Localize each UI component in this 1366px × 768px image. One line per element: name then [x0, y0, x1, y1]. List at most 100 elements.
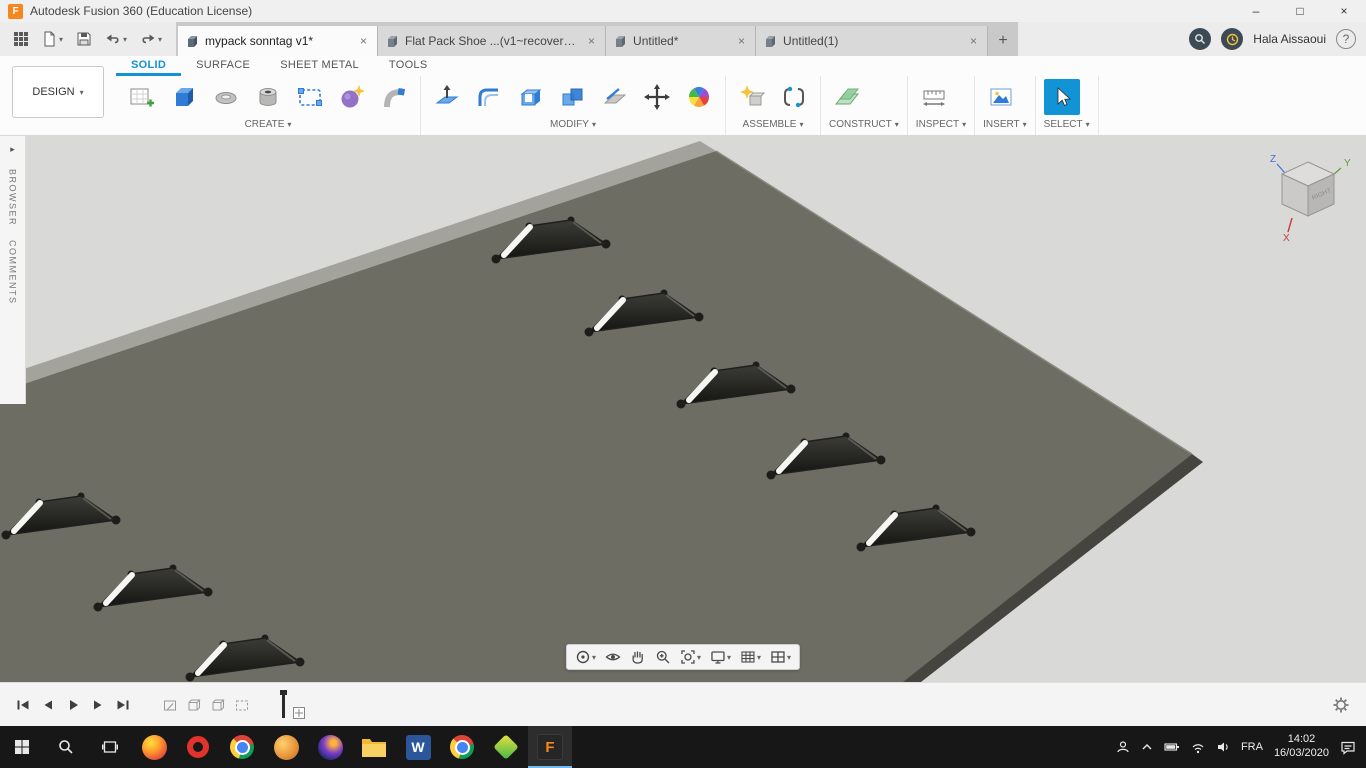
- tab-solid[interactable]: SOLID: [116, 56, 182, 76]
- browser-panel-collapsed[interactable]: ▸ BROWSER COMMENTS: [0, 136, 26, 404]
- workspace-selector[interactable]: DESIGN ▾: [12, 66, 104, 118]
- combine-button[interactable]: [555, 79, 591, 115]
- hole-button[interactable]: [250, 79, 286, 115]
- move-button[interactable]: [639, 79, 675, 115]
- revolve-button[interactable]: [208, 79, 244, 115]
- pan-button[interactable]: [627, 647, 649, 667]
- close-tab-icon[interactable]: ×: [586, 34, 597, 48]
- redo-button[interactable]: ▾: [136, 28, 166, 50]
- tab-tools[interactable]: TOOLS: [374, 56, 443, 76]
- expand-browser-icon[interactable]: ▸: [10, 144, 15, 155]
- document-tab[interactable]: Flat Pack Shoe ...(v1~recovered)* ×: [378, 26, 607, 56]
- insert-button[interactable]: [983, 79, 1019, 115]
- undo-button[interactable]: ▾: [101, 28, 131, 50]
- opera-icon[interactable]: [176, 726, 220, 768]
- taskbar-clock[interactable]: 14:02 16/03/2020: [1274, 733, 1329, 761]
- step-forward-button[interactable]: [91, 698, 105, 712]
- create-form-button[interactable]: [334, 79, 370, 115]
- chrome-icon[interactable]: [220, 726, 264, 768]
- browser-label[interactable]: BROWSER: [8, 169, 18, 226]
- offset-face-button[interactable]: [597, 79, 633, 115]
- sync-status-button[interactable]: [1221, 28, 1244, 50]
- timeline-settings-button[interactable]: [1332, 696, 1366, 714]
- timeline-zoom-box[interactable]: [293, 706, 305, 719]
- close-tab-icon[interactable]: ×: [736, 34, 747, 48]
- tab-surface[interactable]: SURFACE: [181, 56, 265, 76]
- chevron-up-icon[interactable]: [1141, 741, 1153, 753]
- file-explorer-icon[interactable]: [352, 726, 396, 768]
- pattern-button[interactable]: [292, 79, 328, 115]
- play-button[interactable]: [66, 698, 80, 712]
- task-view-button[interactable]: [88, 726, 132, 768]
- create-group-label[interactable]: CREATE ▾: [124, 117, 412, 135]
- construct-group-label[interactable]: CONSTRUCT ▾: [829, 117, 899, 135]
- taskbar-search-button[interactable]: [44, 726, 88, 768]
- start-button[interactable]: [0, 726, 44, 768]
- appearance-button[interactable]: [681, 79, 717, 115]
- firefox-developer-icon[interactable]: [308, 726, 352, 768]
- notification-center-icon[interactable]: [1340, 740, 1356, 755]
- timeline-pattern-icon[interactable]: [234, 697, 250, 713]
- file-menu-button[interactable]: ▾: [37, 28, 67, 50]
- new-component-button[interactable]: [734, 79, 770, 115]
- create-sketch-button[interactable]: [124, 79, 160, 115]
- skip-to-end-button[interactable]: [116, 698, 130, 712]
- firefox-icon[interactable]: [132, 726, 176, 768]
- chrome-beta-icon[interactable]: [440, 726, 484, 768]
- user-name[interactable]: Hala Aissaoui: [1253, 32, 1326, 46]
- measure-button[interactable]: [916, 79, 952, 115]
- look-at-button[interactable]: [602, 647, 624, 667]
- people-icon[interactable]: [1116, 740, 1130, 754]
- close-tab-icon[interactable]: ×: [358, 34, 369, 48]
- view-cube[interactable]: Z Y RIGHT X: [1262, 146, 1354, 247]
- wifi-icon[interactable]: [1191, 741, 1205, 754]
- save-button[interactable]: [72, 28, 96, 50]
- fusion-360-taskbar-icon[interactable]: F: [528, 726, 572, 768]
- new-tab-button[interactable]: +: [988, 26, 1018, 56]
- zoom-button[interactable]: [652, 647, 674, 667]
- comments-label[interactable]: COMMENTS: [8, 240, 18, 305]
- viewport-canvas[interactable]: [0, 136, 1366, 682]
- speaker-icon[interactable]: [1216, 740, 1230, 754]
- sweep-button[interactable]: [376, 79, 412, 115]
- document-tab-active[interactable]: mypack sonntag v1* ×: [178, 26, 379, 56]
- maximize-button[interactable]: □: [1278, 0, 1322, 22]
- battery-icon[interactable]: [1164, 741, 1180, 753]
- help-icon[interactable]: ?: [1336, 29, 1356, 49]
- skip-to-start-button[interactable]: [16, 698, 30, 712]
- press-pull-button[interactable]: [429, 79, 465, 115]
- viewports-button[interactable]: ▾: [767, 647, 794, 667]
- tab-sheet-metal[interactable]: SHEET METAL: [265, 56, 374, 76]
- insert-group-label[interactable]: INSERT ▾: [983, 117, 1027, 135]
- app-grid-button[interactable]: [10, 29, 32, 49]
- fillet-button[interactable]: [471, 79, 507, 115]
- extrude-button[interactable]: [166, 79, 202, 115]
- minimize-button[interactable]: –: [1234, 0, 1278, 22]
- inspect-group-label[interactable]: INSPECT ▾: [916, 117, 966, 135]
- construction-plane-button[interactable]: [829, 79, 865, 115]
- job-status-button[interactable]: [1189, 28, 1212, 50]
- display-settings-button[interactable]: ▾: [707, 647, 734, 667]
- fit-button[interactable]: ▾: [677, 647, 704, 667]
- timeline-position-marker[interactable]: [280, 689, 287, 718]
- select-button[interactable]: [1043, 78, 1080, 115]
- orbit-button[interactable]: ▾: [572, 647, 599, 667]
- timeline-sketch-icon[interactable]: [162, 697, 178, 713]
- document-tab[interactable]: Untitled* ×: [606, 26, 757, 56]
- thunderbird-icon[interactable]: [264, 726, 308, 768]
- step-back-button[interactable]: [41, 698, 55, 712]
- select-group-label[interactable]: SELECT ▾: [1044, 117, 1090, 135]
- assemble-group-label[interactable]: ASSEMBLE ▾: [734, 117, 812, 135]
- timeline-feature-icon[interactable]: [210, 697, 226, 713]
- timeline-feature-icon[interactable]: [186, 697, 202, 713]
- joint-button[interactable]: [776, 79, 812, 115]
- green-diamond-app-icon[interactable]: [484, 726, 528, 768]
- word-icon[interactable]: W: [396, 726, 440, 768]
- close-button[interactable]: ×: [1322, 0, 1366, 22]
- grid-snaps-button[interactable]: ▾: [737, 647, 764, 667]
- close-tab-icon[interactable]: ×: [968, 34, 979, 48]
- shell-button[interactable]: [513, 79, 549, 115]
- modify-group-label[interactable]: MODIFY ▾: [429, 117, 717, 135]
- language-indicator[interactable]: FRA: [1241, 741, 1263, 753]
- document-tab[interactable]: Untitled(1) ×: [756, 26, 989, 56]
